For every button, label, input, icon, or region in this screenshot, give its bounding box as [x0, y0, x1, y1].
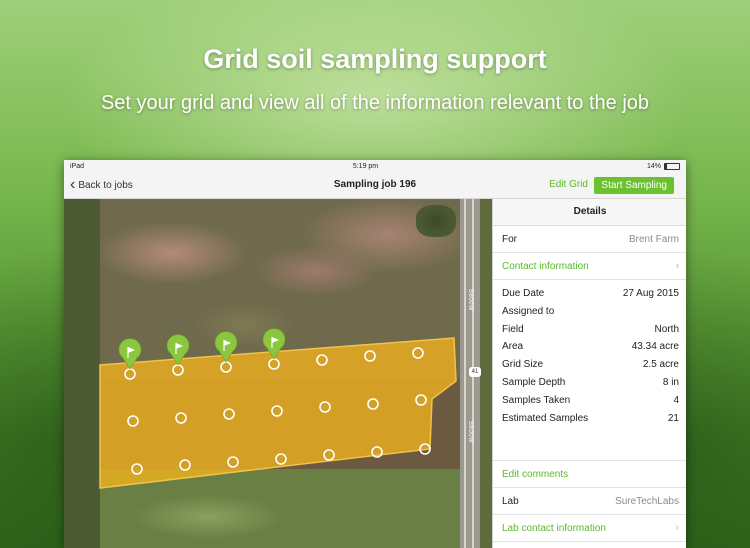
device-label: iPad — [70, 162, 85, 170]
detail-value: 2.5 acre — [642, 359, 679, 371]
details-panel: Details For Brent Farm Contact informati… — [492, 199, 686, 548]
contact-information-label: Contact information — [502, 260, 589, 272]
lab-value: SureTechLabs — [615, 495, 679, 507]
for-label: For — [502, 233, 517, 245]
chevron-right-icon: › — [675, 522, 679, 534]
lab-label: Lab — [502, 495, 519, 507]
lab-contact-information-link[interactable]: Lab contact information › — [493, 515, 686, 542]
detail-label: Assigned to — [502, 305, 555, 317]
lab-contact-label: Lab contact information — [502, 522, 606, 534]
detail-label: Estimated Samples — [502, 412, 589, 424]
detail-value: 43.34 acre — [631, 341, 679, 353]
battery-percent: 14% — [646, 162, 661, 170]
detail-row: Assigned to — [493, 303, 686, 321]
detail-row: Samples Taken 4 — [493, 392, 686, 410]
contact-information-link[interactable]: Contact information › — [493, 253, 686, 280]
detail-row: Estimated Samples 21 — [493, 410, 686, 428]
detail-label: Sample Depth — [502, 376, 566, 388]
battery-icon — [663, 162, 680, 170]
battery-indicator: 14% — [646, 162, 680, 170]
detail-label: Area — [502, 341, 524, 353]
nav-bar: ‹ Back to jobs Sampling job 196 Edit Gri… — [64, 172, 686, 199]
details-header: Details — [493, 199, 686, 226]
detail-row: Area 43.34 acre — [493, 338, 686, 356]
for-row: For Brent Farm — [493, 226, 686, 253]
detail-label: Grid Size — [502, 359, 544, 371]
satellite-map[interactable]: S600W 41 S600W — [64, 199, 492, 548]
detail-row: Sample Depth 8 in — [493, 374, 686, 392]
job-details-list: Due Date 27 Aug 2015 Assigned to Field Nor… — [493, 280, 686, 461]
edit-comments-label: Edit comments — [502, 468, 569, 480]
detail-row: Field North — [493, 321, 686, 339]
detail-row: Due Date 27 Aug 2015 — [493, 285, 686, 303]
chevron-right-icon: › — [675, 260, 679, 272]
hero-subtitle: Set your grid and view all of the inform… — [100, 92, 650, 114]
status-bar: iPad 5:19 pm 14% — [64, 160, 686, 172]
lab-row: Lab SureTechLabs — [493, 488, 686, 515]
page-title: Sampling job 196 — [333, 179, 417, 190]
detail-value: 8 in — [662, 376, 679, 388]
detail-label: Field — [502, 323, 524, 335]
for-value: Brent Farm — [628, 233, 679, 245]
detail-label: Due Date — [502, 288, 545, 299]
ipad-screen: iPad 5:19 pm 14% ‹ Back to jobs Sampling… — [64, 160, 686, 548]
status-time: 5:19 pm — [352, 162, 379, 170]
start-sampling-button[interactable]: Start Sampling — [594, 177, 674, 194]
hero-title: Grid soil sampling support — [203, 44, 547, 74]
detail-value: 4 — [673, 394, 679, 406]
detail-label: Samples Taken — [502, 394, 571, 406]
detail-row: Grid Size 2.5 acre — [493, 356, 686, 374]
edit-comments-link[interactable]: Edit comments — [493, 461, 686, 488]
sampling-grid[interactable] — [64, 199, 492, 548]
detail-value: 27 Aug 2015 — [622, 288, 679, 299]
detail-value: 21 — [667, 412, 679, 424]
detail-value: North — [654, 323, 679, 335]
edit-grid-button[interactable]: Edit Grid — [549, 172, 588, 198]
